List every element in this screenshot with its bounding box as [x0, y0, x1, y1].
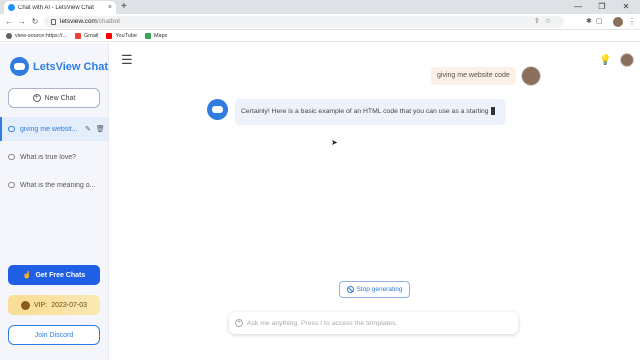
mouse-pointer-icon: ➤: [331, 138, 338, 147]
history-item-actions: ✎ 🗑: [85, 125, 105, 133]
user-profile-avatar[interactable]: [620, 53, 634, 67]
vip-badge[interactable]: VIP: 2023-07-03: [8, 295, 100, 315]
close-window-button[interactable]: ✕: [616, 0, 636, 14]
bookmark-youtube[interactable]: YouTube: [106, 32, 137, 39]
hamburger-menu-icon[interactable]: ☰: [121, 53, 133, 67]
bookmark-label: Maps: [153, 32, 168, 39]
join-discord-button[interactable]: Join Discord: [8, 325, 100, 345]
browser-profile-avatar[interactable]: [613, 17, 623, 27]
delete-icon[interactable]: 🗑: [96, 125, 105, 133]
user-message-bubble: giving me website code: [431, 67, 516, 85]
letsview-favicon-icon: [8, 4, 15, 11]
browser-tab[interactable]: Chat with AI - LetsView Chat ×: [4, 1, 116, 14]
bookmarks-bar: view-source:https://... Gmail YouTube Ma…: [0, 30, 640, 42]
url-bar[interactable]: letsview.com/chatbot ⇪☆: [44, 16, 564, 28]
bookmark-view-source[interactable]: view-source:https://...: [6, 32, 67, 39]
typing-cursor: [490, 107, 495, 116]
omnibox-icons[interactable]: ⇪☆: [534, 16, 556, 28]
history-item-label: What is true love?: [20, 153, 77, 161]
back-button[interactable]: ←: [3, 16, 15, 28]
chat-history-list: giving me websit... ✎ 🗑 What is true lov…: [0, 117, 108, 201]
new-tab-button[interactable]: +: [121, 1, 127, 13]
url-text: letsview.com/chatbot: [60, 16, 120, 28]
stop-generating-label: Stop generating: [356, 286, 403, 293]
new-chat-label: New Chat: [44, 94, 76, 102]
get-free-chats-button[interactable]: ☝ Get Free Chats: [8, 265, 100, 285]
youtube-icon: [106, 32, 113, 39]
tab-title: Chat with AI - LetsView Chat: [18, 4, 94, 11]
vip-label: VIP:: [33, 301, 48, 309]
chat-input[interactable]: [247, 319, 512, 327]
vip-crown-icon: [20, 300, 30, 310]
gmail-icon: [74, 32, 81, 39]
sidebar: LetsView Chat + New Chat giving me websi…: [0, 43, 109, 360]
bookmark-label: view-source:https://...: [15, 32, 67, 39]
browser-menu-icon[interactable]: ⋮: [628, 16, 636, 28]
bookmark-maps[interactable]: Maps: [144, 32, 168, 39]
chat-bubble-icon: [8, 126, 15, 132]
vip-date: 2023-07-03: [51, 301, 88, 309]
restore-button[interactable]: ❐: [592, 0, 612, 14]
app-logo[interactable]: LetsView Chat: [10, 57, 108, 76]
history-item-label: giving me websit...: [20, 125, 78, 133]
url-host: letsview.com: [60, 18, 97, 25]
address-bar-row: ← → ↻ letsview.com/chatbot ⇪☆ ✱▢ ⋮: [0, 14, 640, 30]
stop-icon: [346, 286, 354, 293]
plus-circle-icon: +: [32, 94, 41, 102]
chat-main: ☰ 💡 giving me website code Certainly! He…: [110, 43, 640, 360]
history-item-label: What is the meaning o...: [20, 181, 96, 189]
history-item-active[interactable]: giving me websit... ✎ 🗑: [0, 117, 108, 141]
globe-icon: [6, 32, 12, 39]
new-chat-button[interactable]: + New Chat: [8, 88, 100, 108]
url-path: /chatbot: [96, 18, 120, 25]
history-item[interactable]: What is true love?: [0, 145, 108, 169]
lightbulb-icon[interactable]: 💡: [599, 55, 611, 67]
chat-input-container[interactable]: +: [229, 312, 518, 334]
bot-message-bubble: Certainly! Here is a basic example of an…: [235, 99, 506, 125]
hand-icon: ☝: [22, 272, 32, 279]
history-item[interactable]: What is the meaning o...: [0, 173, 108, 197]
get-free-chats-label: Get Free Chats: [35, 271, 86, 279]
bot-avatar-icon: [207, 99, 228, 120]
minimize-button[interactable]: —: [568, 0, 588, 14]
add-icon[interactable]: +: [235, 319, 243, 327]
bookmark-label: YouTube: [115, 32, 137, 39]
bookmark-label: Gmail: [83, 32, 99, 39]
extensions-icon[interactable]: ✱▢: [586, 16, 606, 28]
join-discord-label: Join Discord: [34, 331, 74, 339]
tab-close-icon[interactable]: ×: [108, 4, 112, 11]
bookmark-gmail[interactable]: Gmail: [74, 32, 99, 39]
forward-button[interactable]: →: [16, 16, 28, 28]
logo-text: LetsView Chat: [33, 60, 108, 73]
user-avatar: [521, 66, 541, 86]
chat-bubble-icon: [8, 154, 15, 160]
maps-icon: [144, 32, 151, 39]
chat-bubble-icon: [8, 182, 15, 188]
edit-icon[interactable]: ✎: [85, 125, 91, 133]
reload-button[interactable]: ↻: [29, 16, 41, 28]
stop-generating-button[interactable]: Stop generating: [339, 281, 410, 298]
browser-tab-bar: Chat with AI - LetsView Chat × + — ❐ ✕: [0, 0, 640, 14]
bot-message-text: Certainly! Here is a basic example of an…: [241, 108, 489, 115]
lock-icon: [51, 19, 56, 25]
letsview-logo-icon: [10, 57, 29, 76]
